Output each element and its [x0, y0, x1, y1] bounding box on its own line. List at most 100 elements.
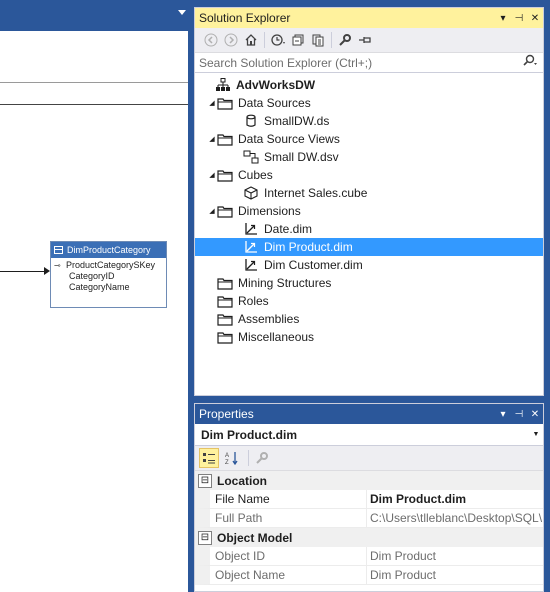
folder-icon [217, 132, 233, 146]
tree-item-label: Small DW.dsv [264, 150, 339, 164]
expand-collapse-icon[interactable]: ◢ [207, 207, 217, 215]
property-category[interactable]: ⊟ Location [195, 471, 543, 490]
auto-hide-pin-icon[interactable]: ⊣ [511, 409, 527, 420]
pin-icon[interactable] [355, 31, 375, 49]
table-name: DimProductCategory [67, 245, 151, 255]
tree-item[interactable]: Date.dim [195, 220, 543, 238]
expand-collapse-icon[interactable]: ◢ [207, 99, 217, 107]
panel-title: Properties [199, 407, 254, 421]
window-position-dropdown-icon[interactable]: ▾ [495, 13, 511, 24]
tree-item[interactable]: Small DW.dsv [195, 148, 543, 166]
tree-item-label: Internet Sales.cube [264, 186, 368, 200]
datasource-icon [243, 114, 259, 128]
dimension-icon [243, 222, 259, 236]
property-value[interactable]: Dim Product [366, 547, 543, 566]
tree-item[interactable]: ◢ Dimensions [195, 202, 543, 220]
cube-icon [243, 186, 259, 200]
solution-explorer-search-box[interactable] [195, 53, 543, 73]
panel-title: Solution Explorer [199, 11, 291, 25]
designer-divider [0, 82, 188, 83]
collapse-all-icon[interactable] [288, 31, 308, 49]
column-name: ProductCategorySKey [66, 260, 156, 270]
expand-collapse-icon[interactable]: ◢ [207, 171, 217, 179]
solution-explorer-titlebar[interactable]: Solution Explorer ▾ ⊣ ✕ [195, 8, 543, 28]
back-icon[interactable] [201, 31, 221, 49]
key-icon: ⊸ [54, 261, 61, 270]
chevron-down-icon[interactable]: ▼ [529, 431, 543, 438]
solution-tree: AdvWorksDW ◢ Data Sources SmallDW.ds ◢ Data S… [195, 73, 543, 346]
close-icon[interactable]: ✕ [527, 13, 543, 24]
tree-item-label: Dim Product.dim [264, 240, 353, 254]
tree-item[interactable]: Mining Structures [195, 274, 543, 292]
tab-overflow-dropdown-icon[interactable] [178, 10, 186, 15]
properties-panel: Properties ▾ ⊣ ✕ Dim Product.dim ▼ AZ ⊟ L… [194, 403, 544, 592]
tree-item[interactable]: Assemblies [195, 310, 543, 328]
table-header[interactable]: DimProductCategory [51, 242, 166, 258]
tree-item[interactable]: AdvWorksDW [195, 76, 543, 94]
property-category[interactable]: ⊟ Object Model [195, 528, 543, 547]
column-name: CategoryName [69, 282, 130, 292]
close-icon[interactable]: ✕ [527, 409, 543, 420]
solution-explorer-toolbar [195, 28, 543, 53]
tree-item[interactable]: Internet Sales.cube [195, 184, 543, 202]
tree-item-label: Data Sources [238, 96, 311, 110]
selected-object-name: Dim Product.dim [201, 427, 298, 442]
expand-collapse-icon[interactable]: ◢ [207, 135, 217, 143]
tree-item[interactable]: ◢ Cubes [195, 166, 543, 184]
property-value[interactable]: C:\Users\tlleblanc\Desktop\SQL\I [366, 509, 543, 528]
tree-item-label: Cubes [238, 168, 273, 182]
tree-item-label: Assemblies [238, 312, 300, 326]
dsv-designer-canvas[interactable]: DimProductCategory ⊸ ProductCategorySKey… [0, 0, 188, 592]
tree-item-label: Date.dim [264, 222, 313, 236]
designer-divider [0, 104, 188, 105]
property-pages-icon[interactable] [252, 448, 272, 468]
property-value[interactable]: Dim Product [366, 566, 543, 585]
tree-item[interactable]: Miscellaneous [195, 328, 543, 346]
tree-item[interactable]: Dim Customer.dim [195, 256, 543, 274]
category-name: Object Model [217, 530, 293, 545]
history-icon[interactable] [268, 31, 288, 49]
tree-item-label: Mining Structures [238, 276, 332, 290]
table-icon [54, 246, 63, 254]
folder-icon [217, 330, 233, 344]
folder-icon [217, 276, 233, 290]
window-position-dropdown-icon[interactable]: ▾ [495, 409, 511, 420]
property-name[interactable]: Full Path [195, 509, 366, 528]
svg-text:A: A [225, 453, 229, 459]
tree-item[interactable]: Roles [195, 292, 543, 310]
property-name[interactable]: Object Name [195, 566, 366, 585]
table-column[interactable]: ⊸ ProductCategorySKey [54, 260, 166, 271]
relationship-line[interactable] [0, 271, 44, 272]
object-selector-dropdown[interactable]: Dim Product.dim ▼ [195, 424, 543, 446]
column-name: CategoryID [69, 271, 115, 281]
collapse-icon[interactable]: ⊟ [198, 530, 212, 545]
collapse-icon[interactable]: ⊟ [198, 473, 212, 488]
search-icon[interactable] [517, 54, 543, 71]
property-grid: ⊟ Location File Name Dim Product.dim Full Pa… [195, 471, 543, 585]
property-value[interactable]: Dim Product.dim [366, 490, 543, 509]
categorized-icon[interactable] [199, 448, 219, 468]
auto-hide-pin-icon[interactable]: ⊣ [511, 13, 527, 24]
properties-titlebar[interactable]: Properties ▾ ⊣ ✕ [195, 404, 543, 424]
tree-item-label: AdvWorksDW [236, 78, 316, 92]
tree-item[interactable]: ◢ Data Source Views [195, 130, 543, 148]
tree-item[interactable]: SmallDW.ds [195, 112, 543, 130]
table-column[interactable]: CategoryName [54, 282, 166, 293]
properties-icon[interactable] [335, 31, 355, 49]
dsv-icon [243, 150, 259, 164]
forward-icon[interactable] [221, 31, 241, 49]
property-name[interactable]: File Name [195, 490, 366, 509]
svg-text:Z: Z [225, 460, 229, 465]
table-column[interactable]: CategoryID [54, 271, 166, 282]
home-icon[interactable] [241, 31, 261, 49]
alphabetical-icon[interactable]: AZ [222, 448, 242, 468]
tree-item-label: Dim Customer.dim [264, 258, 363, 272]
search-input[interactable] [199, 55, 517, 70]
tree-item[interactable]: Dim Product.dim [195, 238, 543, 256]
show-all-files-icon[interactable] [308, 31, 328, 49]
property-name[interactable]: Object ID [195, 547, 366, 566]
tree-item-label: Data Source Views [238, 132, 340, 146]
tree-item[interactable]: ◢ Data Sources [195, 94, 543, 112]
table-dimproductcategory[interactable]: DimProductCategory ⊸ ProductCategorySKey… [50, 241, 167, 308]
tree-item-label: Dimensions [238, 204, 301, 218]
